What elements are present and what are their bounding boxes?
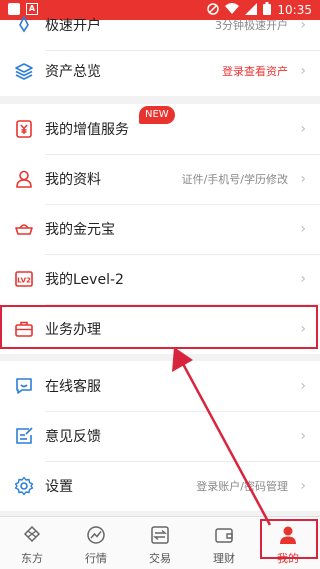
- menu-item-label: 意见反馈: [45, 429, 101, 445]
- chevron-right-icon: ›: [300, 121, 306, 137]
- chevron-right-icon: ›: [300, 63, 306, 79]
- layers-icon: [14, 61, 34, 81]
- new-badge: NEW: [139, 106, 175, 124]
- menu-item-sub: 3分钟极速开户: [215, 19, 288, 32]
- svg-text:LV2: LV2: [17, 277, 31, 285]
- login-to-view-assets-link: 登录查看资产: [222, 65, 288, 78]
- chevron-right-icon: ›: [300, 17, 306, 33]
- menu-item-sub: 登录账户/密码管理: [196, 480, 288, 493]
- services-group: 我的增值服务 › 我的资料 证件/手机号/学历修改 › 我的金元宝 › LV2 …: [0, 104, 320, 354]
- menu-item-label: 设置: [45, 479, 73, 495]
- menu-item-gold-ingot[interactable]: 我的金元宝 ›: [0, 204, 320, 254]
- menu-item-quick-open[interactable]: 极速开户 3分钟极速开户 ›: [0, 0, 320, 50]
- tab-mine[interactable]: 我的: [256, 517, 320, 569]
- support-group: 在线客服 › 意见反馈 › 设置 登录账户/密码管理 ›: [0, 361, 320, 511]
- tab-label: 行情: [85, 552, 107, 565]
- tab-label: 东方: [21, 552, 43, 565]
- edit-note-icon: [14, 426, 34, 446]
- chevron-right-icon: ›: [300, 478, 306, 494]
- tab-label: 我的: [277, 552, 299, 565]
- rocket-icon: [14, 15, 34, 35]
- menu-item-label: 我的金元宝: [45, 222, 115, 238]
- menu-item-online-service[interactable]: 在线客服 ›: [0, 361, 320, 411]
- briefcase-icon: [14, 319, 34, 339]
- menu-item-business-handling[interactable]: 业务办理 ›: [0, 304, 320, 354]
- chevron-right-icon: ›: [300, 171, 306, 187]
- bottom-tab-bar: 东方 行情 交易 理财 我的: [0, 516, 320, 569]
- gear-icon: [14, 476, 34, 496]
- menu-item-label: 资产总览: [45, 64, 101, 80]
- account-group: 极速开户 3分钟极速开户 › 资产总览 登录查看资产 ›: [0, 16, 320, 96]
- menu-item-asset-overview[interactable]: 资产总览 登录查看资产 ›: [0, 46, 320, 96]
- chevron-right-icon: ›: [300, 428, 306, 444]
- menu-item-label: 我的资料: [45, 172, 101, 188]
- tab-trade[interactable]: 交易: [128, 517, 192, 569]
- level2-icon: LV2: [14, 269, 34, 289]
- tab-label: 理财: [213, 552, 235, 565]
- user-icon: [14, 169, 34, 189]
- wallet-icon: [214, 525, 234, 545]
- chat-icon: [14, 376, 34, 396]
- dongfang-logo-icon: [22, 525, 42, 545]
- chevron-right-icon: ›: [300, 221, 306, 237]
- menu-item-feedback[interactable]: 意见反馈 ›: [0, 411, 320, 461]
- menu-item-settings[interactable]: 设置 登录账户/密码管理 ›: [0, 461, 320, 511]
- menu-item-sub: 证件/手机号/学历修改: [181, 173, 288, 186]
- chevron-right-icon: ›: [300, 271, 306, 287]
- menu-item-my-profile[interactable]: 我的资料 证件/手机号/学历修改 ›: [0, 154, 320, 204]
- person-icon: [278, 525, 298, 545]
- yuan-coupon-icon: [14, 119, 34, 139]
- menu-item-level2[interactable]: LV2 我的Level-2 ›: [0, 254, 320, 304]
- tab-dongfang[interactable]: 东方: [0, 517, 64, 569]
- menu-item-label: 在线客服: [45, 379, 101, 395]
- exchange-icon: [150, 525, 170, 545]
- chart-icon: [86, 525, 106, 545]
- chevron-right-icon: ›: [300, 378, 306, 394]
- tab-finance[interactable]: 理财: [192, 517, 256, 569]
- gold-ingot-icon: [14, 219, 34, 239]
- tab-market[interactable]: 行情: [64, 517, 128, 569]
- menu-item-label: 业务办理: [45, 322, 101, 338]
- chevron-right-icon: ›: [300, 321, 306, 337]
- menu-item-label: 我的Level-2: [45, 272, 124, 288]
- tab-label: 交易: [149, 552, 171, 565]
- menu-item-label: 极速开户: [45, 18, 101, 34]
- menu-item-label: 我的增值服务: [45, 122, 129, 138]
